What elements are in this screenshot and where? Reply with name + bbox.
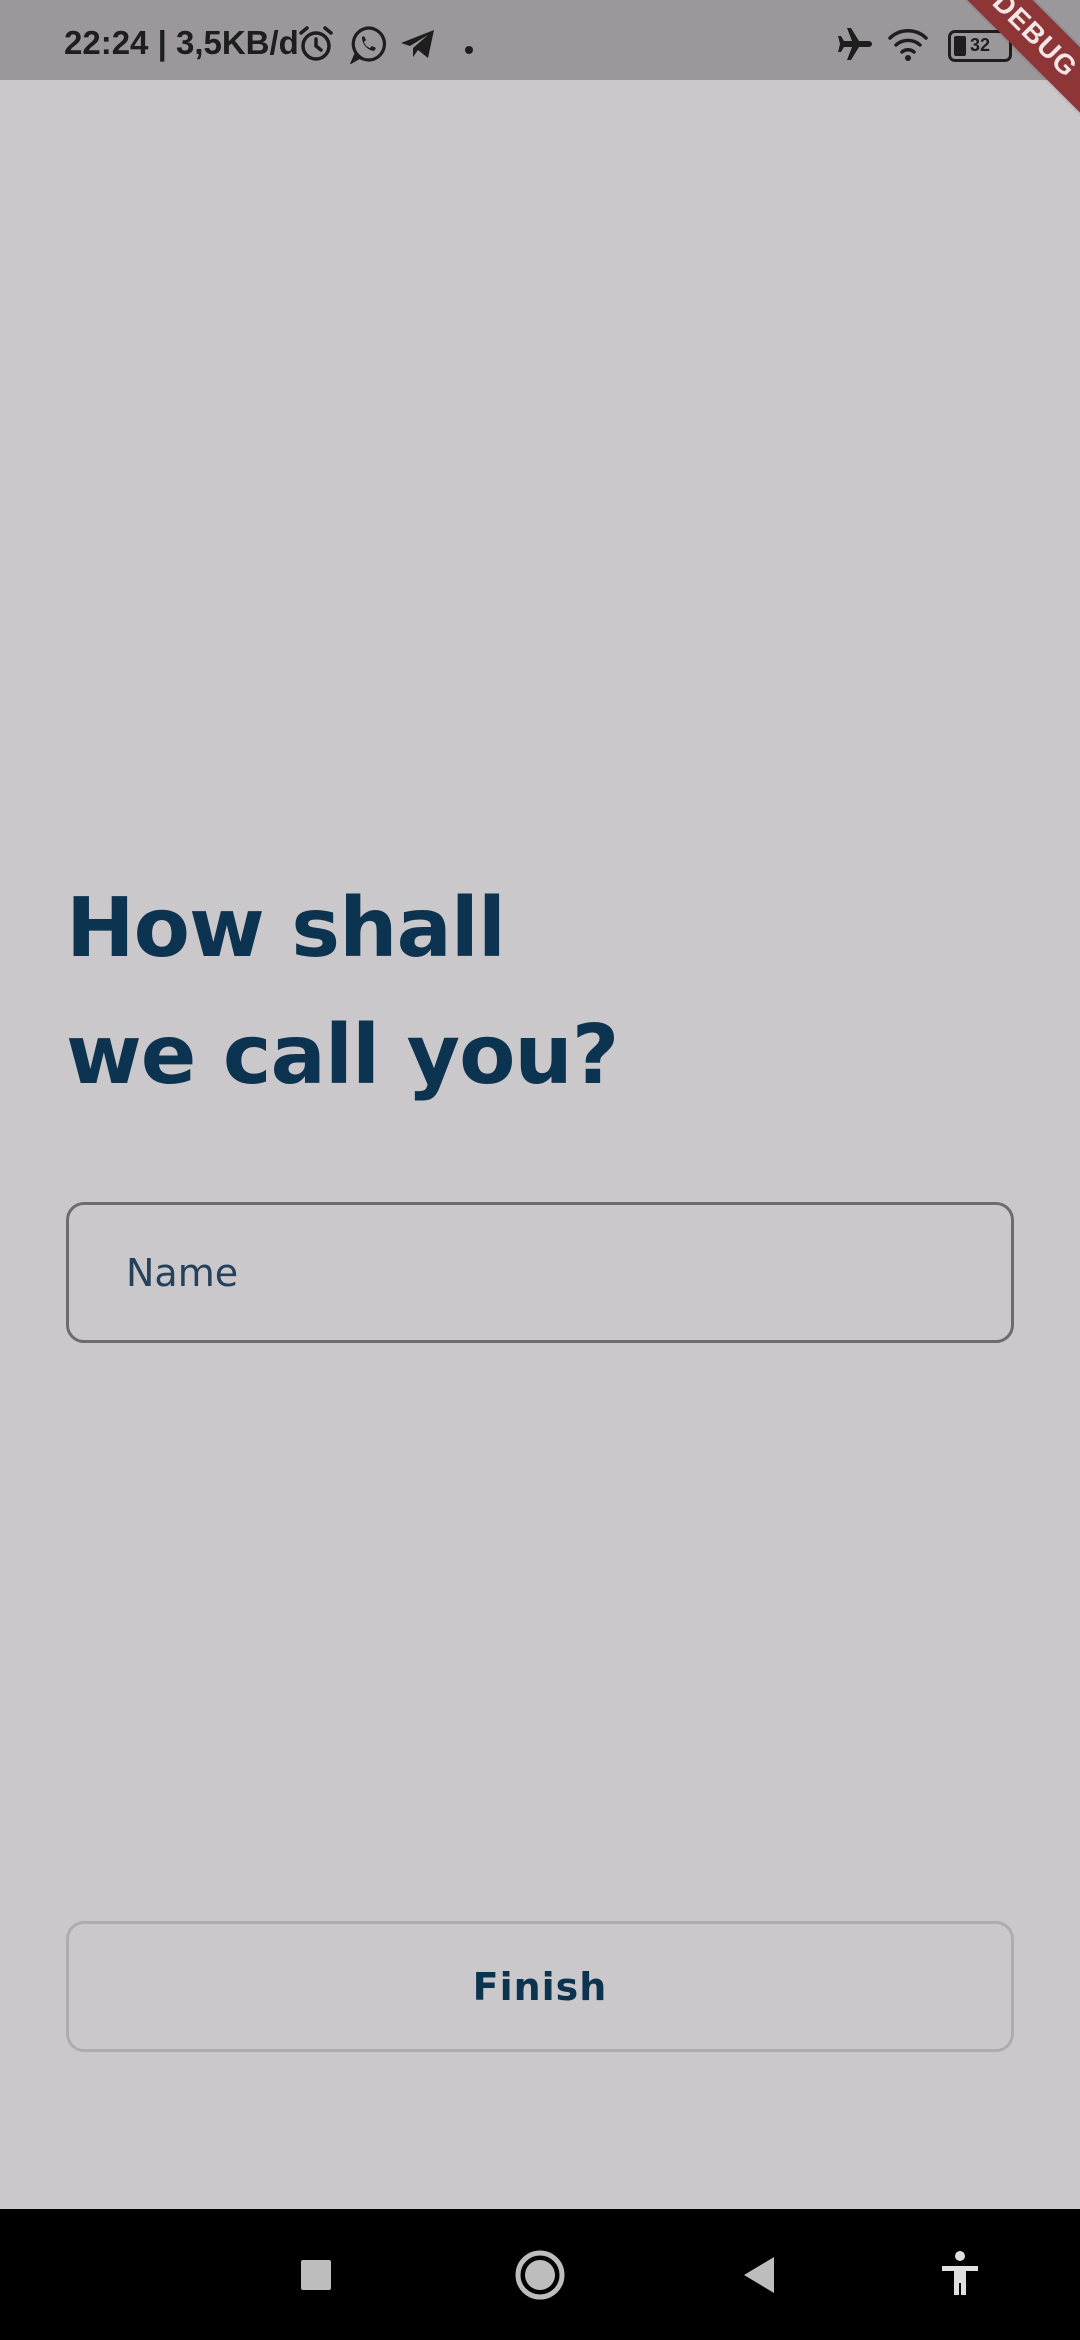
telegram-icon: [401, 30, 434, 58]
battery-level: 32: [969, 35, 991, 55]
recents-square-icon[interactable]: [286, 2245, 346, 2305]
home-circle-icon[interactable]: [510, 2245, 570, 2305]
name-input[interactable]: [66, 1202, 1014, 1343]
notification-dot: [465, 46, 473, 54]
page-title-line-2: we call you?: [66, 1008, 619, 1103]
status-bar: 22:24 | 3,5KB/d 32: [0, 0, 1080, 80]
page-title-line-1: How shall: [66, 881, 506, 976]
navigation-bar: [0, 2209, 1080, 2340]
accessibility-icon[interactable]: [930, 2245, 990, 2305]
airplane-mode-icon: [838, 28, 872, 60]
alarm-icon: [299, 26, 333, 61]
back-triangle-icon[interactable]: [730, 2245, 790, 2305]
page-title: How shall we call you?: [66, 865, 866, 1119]
wifi-icon: [888, 29, 928, 61]
whatsapp-icon: [349, 26, 387, 64]
finish-button[interactable]: Finish: [66, 1921, 1014, 2052]
status-time: 22:24 | 3,5KB/d: [64, 24, 299, 61]
